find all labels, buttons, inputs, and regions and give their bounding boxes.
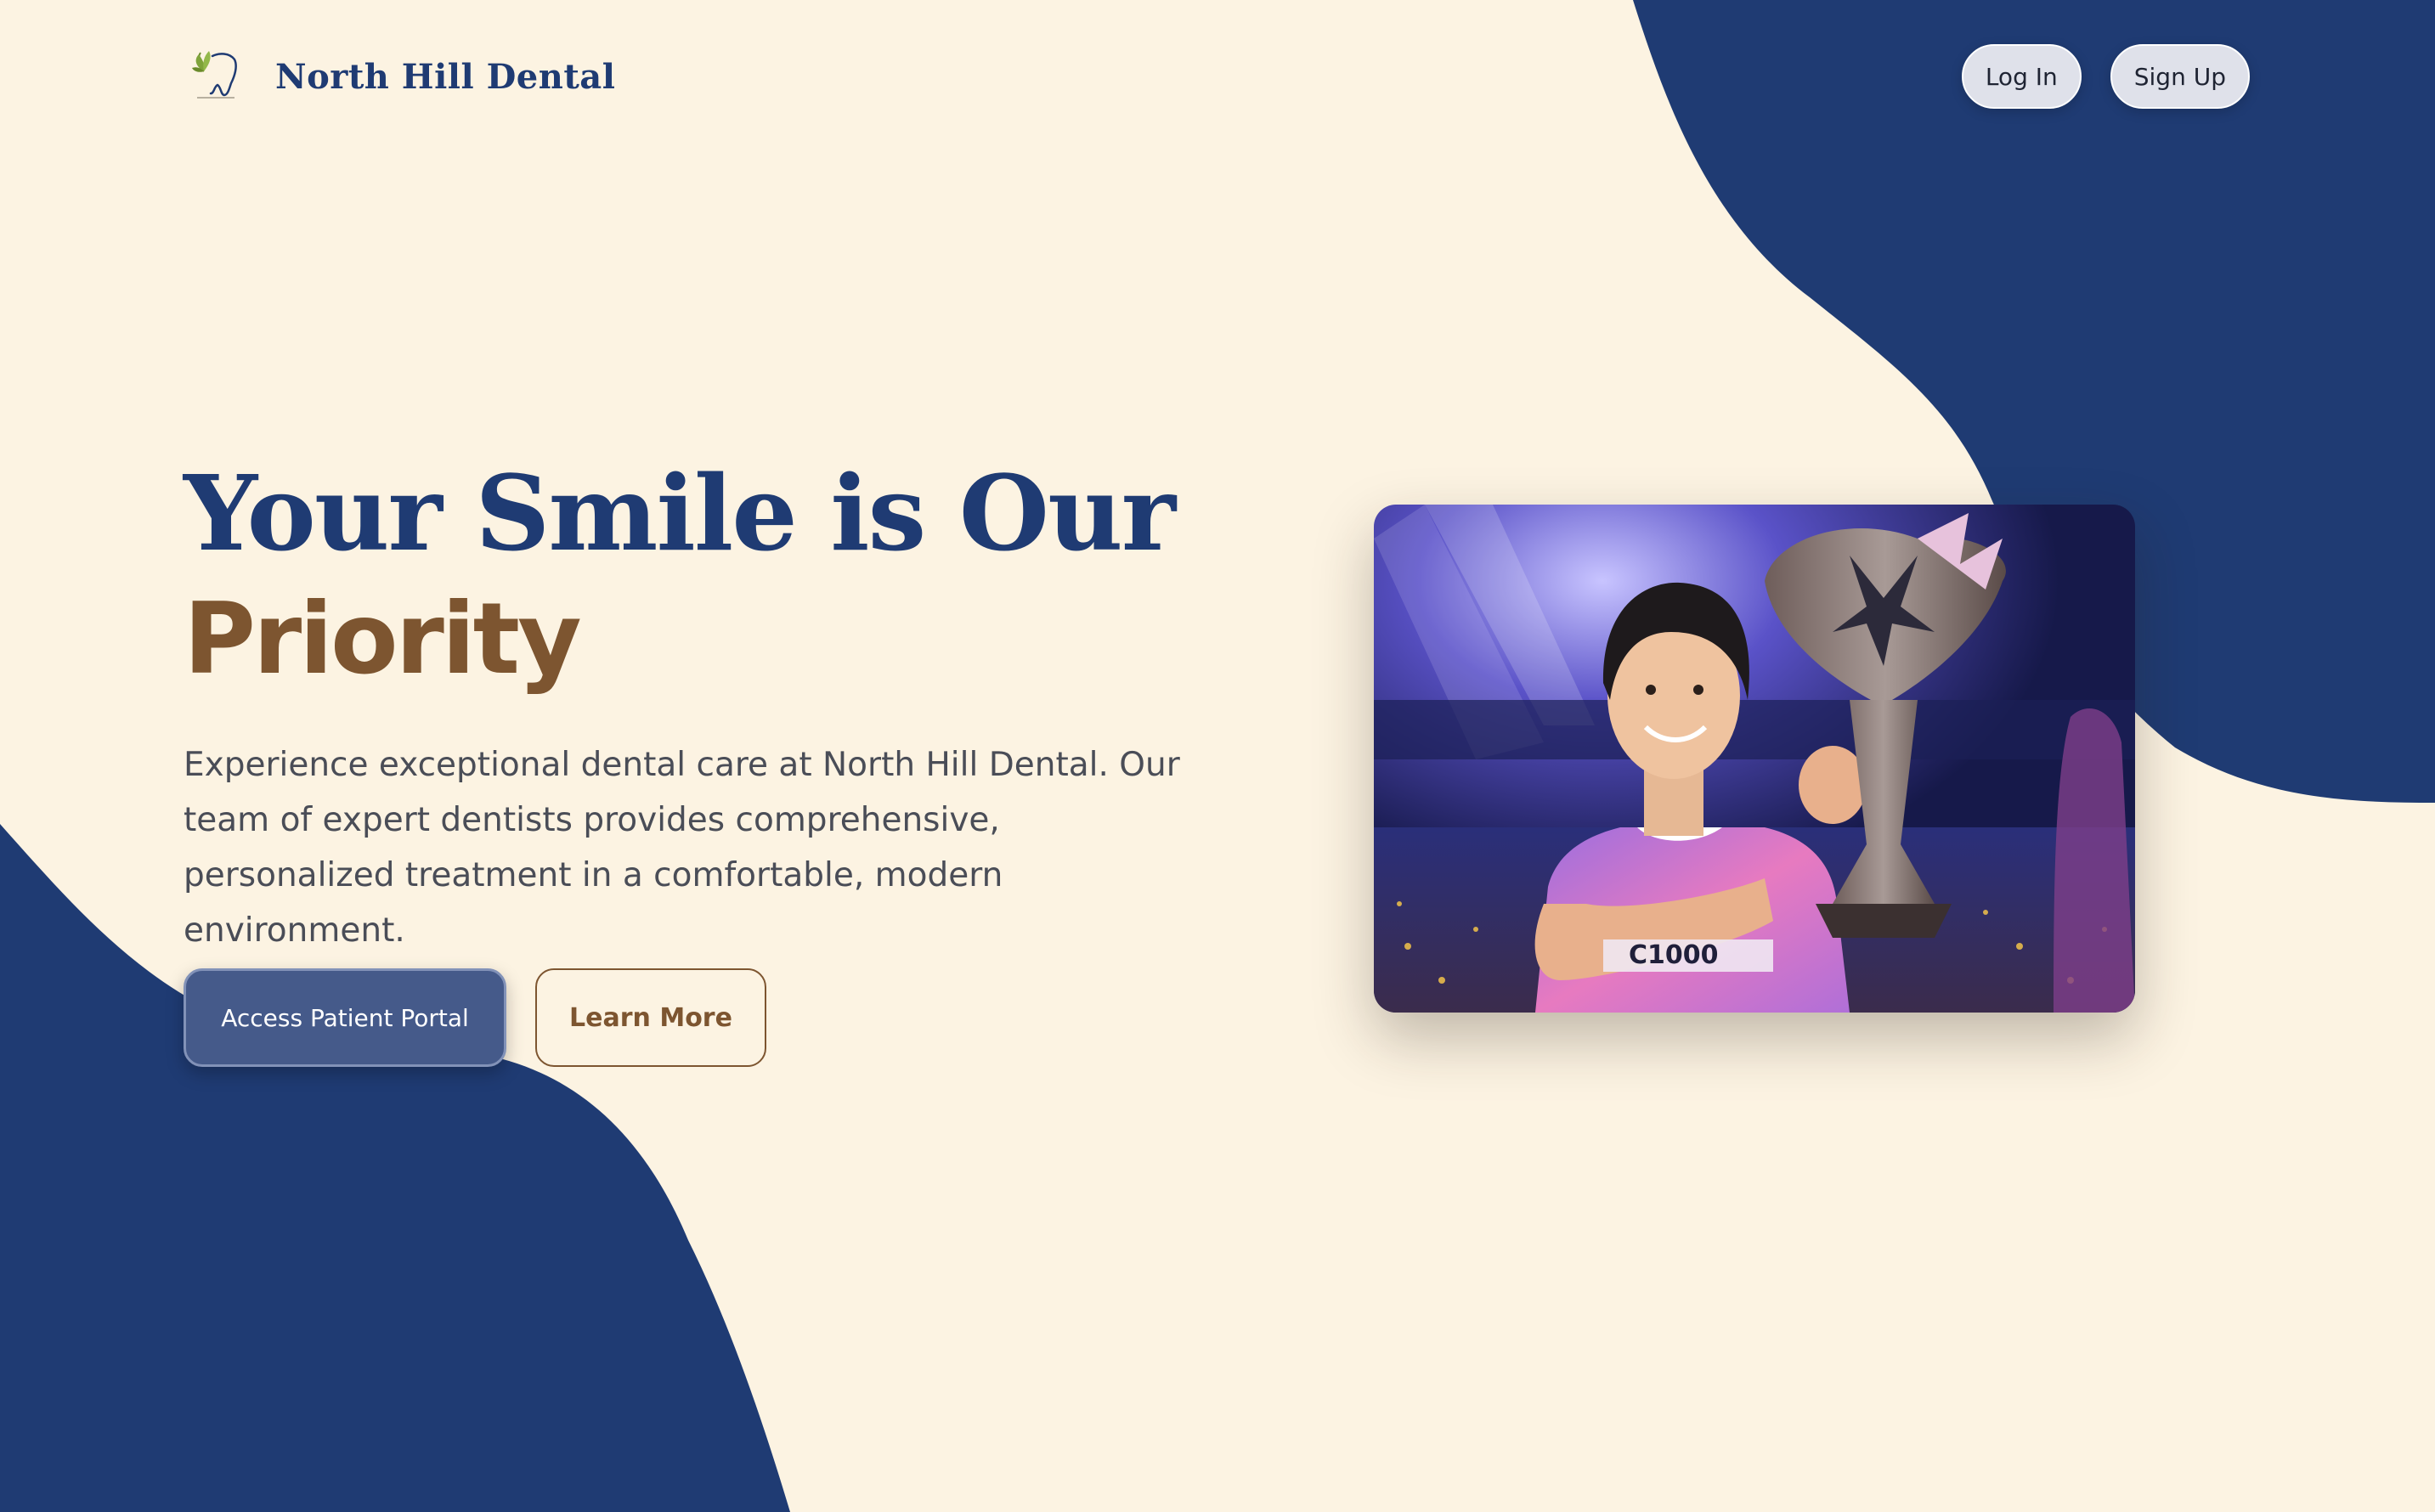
site-header: North Hill Dental Log In Sign Up [0,0,2435,153]
hero-title-accent: Priority [184,582,582,697]
access-patient-portal-button[interactable]: Access Patient Portal [184,968,506,1067]
brand[interactable]: North Hill Dental [189,42,615,110]
hero-description: Experience exceptional dental care at No… [184,746,1180,950]
signup-button[interactable]: Sign Up [2110,44,2250,109]
hero-photo: C1000 [1374,505,2135,1013]
tooth-leaf-logo-icon [192,51,237,99]
login-button[interactable]: Log In [1961,44,2082,109]
learn-more-button[interactable]: Learn More [535,968,766,1067]
hero-title: Your Smile is Our [184,452,1176,574]
jersey-text: C1000 [1629,940,1719,970]
hero-actions: Access Patient Portal Learn More [184,968,766,1067]
brand-name: North Hill Dental [275,56,616,97]
hero-section: Your Smile is Our Priority Experience ex… [184,450,1271,958]
auth-nav: Log In Sign Up [1961,44,2250,109]
